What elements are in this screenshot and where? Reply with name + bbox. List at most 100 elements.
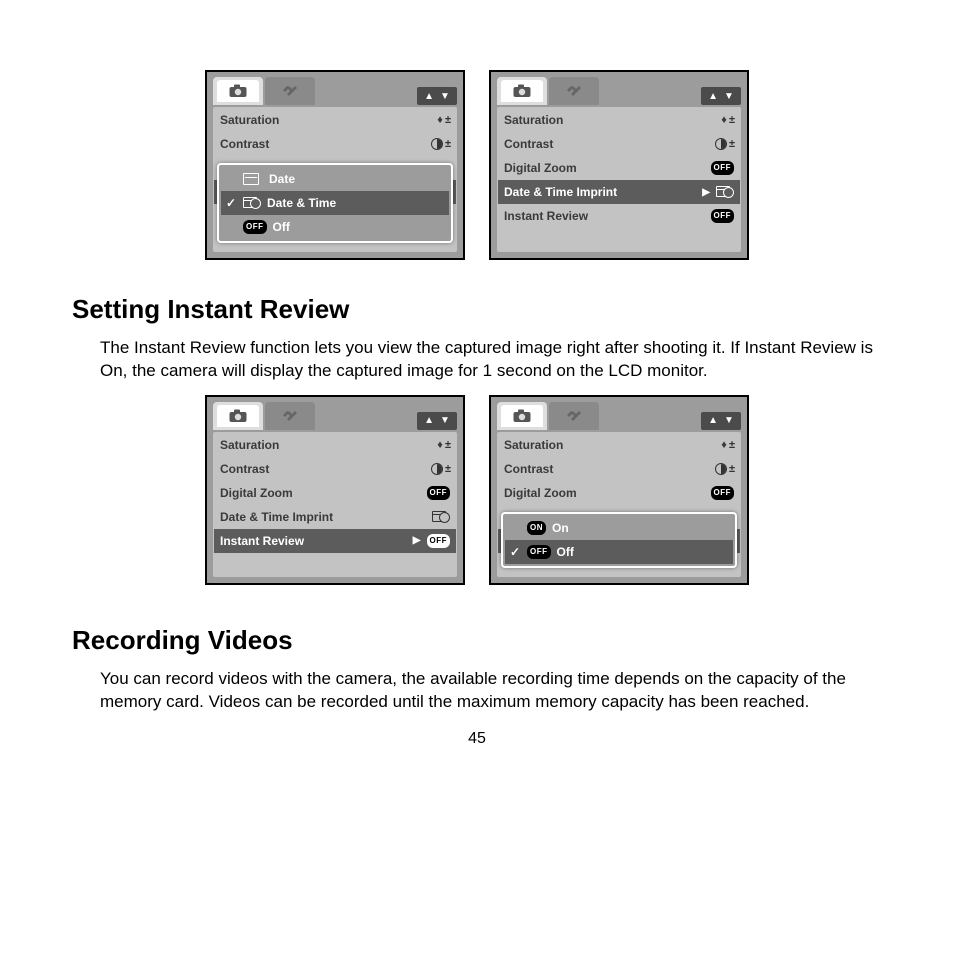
tab-setup[interactable] [265,402,315,430]
menu-label: Contrast [504,137,715,151]
submenu-arrow-icon: ▶ [413,535,421,546]
menu-label: Saturation [220,113,437,127]
up-arrow-icon: ▲ [424,415,434,426]
menu-row-saturation[interactable]: Saturation ♦ ± [214,108,456,132]
page-number: 45 [0,730,954,748]
wrench-icon [565,84,583,98]
popup-option-off[interactable]: OFF Off [221,215,449,239]
scroll-indicator: ▲ ▼ [417,412,457,430]
down-arrow-icon: ▼ [440,91,450,102]
scroll-indicator: ▲ ▼ [701,412,741,430]
mid-screens-row: ▲ ▼ Saturation ♦ ± Contrast ± Digital Zo… [62,395,892,585]
menu-row-instant-review[interactable]: Instant Review OFF [498,204,740,228]
value-icon: ♦ ± [437,114,450,126]
heading-setting-instant-review: Setting Instant Review [72,294,892,325]
menu-label: Saturation [504,113,721,127]
tab-strip: ▲ ▼ [213,77,457,105]
camera-menu-screen-instant-review-popup: ▲ ▼ Saturation ♦ ± Contrast ± Digital Zo… [489,395,749,585]
menu-row-instant-review[interactable]: Instant Review ▶ OFF [214,529,456,553]
value-off-badge: OFF [711,161,735,175]
wrench-icon [565,409,583,423]
popup-label: Off [273,220,290,234]
camera-icon [229,84,247,98]
menu-row-saturation[interactable]: Saturation ♦ ± [214,433,456,457]
wrench-icon [281,84,299,98]
down-arrow-icon: ▼ [724,91,734,102]
value-icon: ± [431,138,450,150]
down-arrow-icon: ▼ [440,415,450,426]
value-off-badge: OFF [711,486,735,500]
popup-option-on[interactable]: ON On [505,516,733,540]
menu-label: Instant Review [220,534,411,548]
off-badge: OFF [527,545,551,559]
popup-label: On [552,521,569,535]
popup-option-date[interactable]: Date [221,167,449,191]
menu-row-digital-zoom[interactable]: Digital Zoom OFF [498,481,740,505]
menu-label: Saturation [504,438,721,452]
menu-body: Saturation ♦ ± Contrast ± D D I [213,107,457,252]
tab-camera[interactable] [213,402,263,430]
check-icon: ✓ [509,545,521,559]
menu-label: Instant Review [504,209,711,223]
camera-menu-screen-date-popup: ▲ ▼ Saturation ♦ ± Contrast ± D D [205,70,465,260]
menu-label: Digital Zoom [504,161,711,175]
value-icon: ± [715,463,734,475]
down-arrow-icon: ▼ [724,415,734,426]
menu-row-digital-zoom[interactable]: Digital Zoom OFF [214,481,456,505]
camera-menu-screen-instant-review-selected: ▲ ▼ Saturation ♦ ± Contrast ± Digital Zo… [205,395,465,585]
date-time-icon [243,197,261,209]
up-arrow-icon: ▲ [424,91,434,102]
on-badge: ON [527,521,546,535]
menu-row-contrast[interactable]: Contrast ± [214,132,456,156]
up-arrow-icon: ▲ [708,91,718,102]
value-icon: ♦ ± [721,114,734,126]
menu-label: Contrast [504,462,715,476]
popup-label: Off [557,545,574,559]
instant-review-popup: ON On ✓ OFF Off [501,512,737,568]
menu-row-date-time-imprint[interactable]: Date & Time Imprint [214,505,456,529]
menu-row-digital-zoom[interactable]: Digital Zoom OFF [498,156,740,180]
popup-option-off[interactable]: ✓ OFF Off [505,540,733,564]
menu-label: Date & Time Imprint [220,510,432,524]
menu-row-contrast[interactable]: Contrast ± [498,132,740,156]
menu-row-saturation[interactable]: Saturation ♦ ± [498,108,740,132]
camera-icon [513,84,531,98]
tab-camera[interactable] [497,77,547,105]
value-icon: ♦ ± [437,439,450,451]
wrench-icon [281,409,299,423]
tab-camera[interactable] [213,77,263,105]
tab-setup[interactable] [265,77,315,105]
heading-recording-videos: Recording Videos [72,625,892,656]
paragraph-instant-review: The Instant Review function lets you vie… [100,337,892,383]
popup-option-datetime[interactable]: ✓ Date & Time [221,191,449,215]
menu-label: Digital Zoom [504,486,711,500]
menu-row-date-time-imprint[interactable]: Date & Time Imprint ▶ [498,180,740,204]
top-screens-row: ▲ ▼ Saturation ♦ ± Contrast ± D D [62,70,892,260]
menu-row-saturation[interactable]: Saturation ♦ ± [498,433,740,457]
camera-icon [513,409,531,423]
menu-row-contrast[interactable]: Contrast ± [498,457,740,481]
scroll-indicator: ▲ ▼ [417,87,457,105]
value-icon: ♦ ± [721,439,734,451]
menu-body: Saturation ♦ ± Contrast ± Digital Zoom O… [497,432,741,577]
value-off-badge: OFF [427,534,451,548]
menu-label: Digital Zoom [220,486,427,500]
off-badge: OFF [243,220,267,234]
menu-body: Saturation ♦ ± Contrast ± Digital Zoom O… [497,107,741,252]
popup-label: Date [269,172,295,186]
value-icon: ± [431,463,450,475]
up-arrow-icon: ▲ [708,415,718,426]
tab-strip: ▲ ▼ [213,402,457,430]
paragraph-recording-videos: You can record videos with the camera, t… [100,668,892,714]
value-off-badge: OFF [711,209,735,223]
tab-setup[interactable] [549,402,599,430]
menu-body: Saturation ♦ ± Contrast ± Digital Zoom O… [213,432,457,577]
tab-setup[interactable] [549,77,599,105]
scroll-indicator: ▲ ▼ [701,87,741,105]
menu-row-contrast[interactable]: Contrast ± [214,457,456,481]
manual-page: ▲ ▼ Saturation ♦ ± Contrast ± D D [0,0,954,766]
tab-camera[interactable] [497,402,547,430]
value-off-badge: OFF [427,486,451,500]
camera-menu-screen-date-selected: ▲ ▼ Saturation ♦ ± Contrast ± Digital Zo… [489,70,749,260]
check-icon: ✓ [225,196,237,210]
